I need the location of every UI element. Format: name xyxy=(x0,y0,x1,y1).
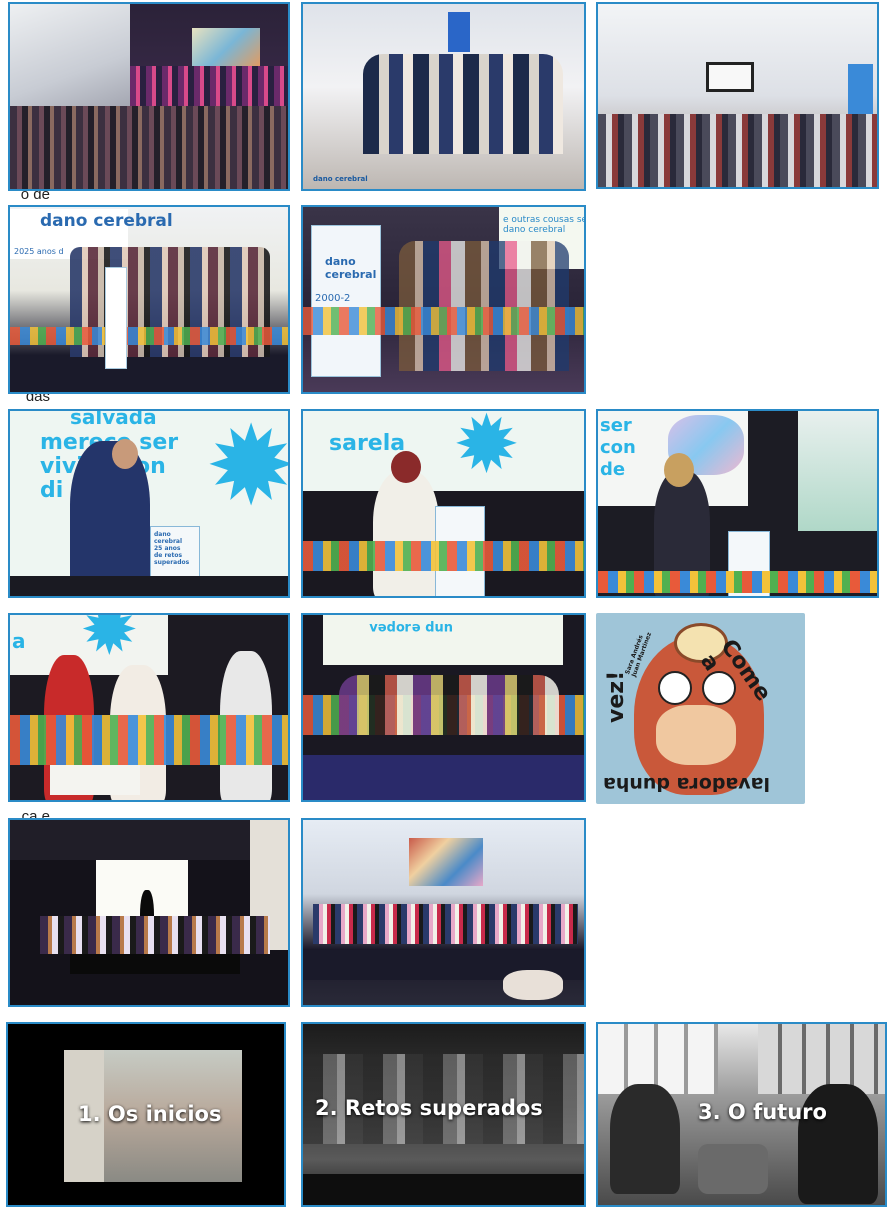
video-still-retos-superados[interactable]: 2. Retos superados xyxy=(301,1022,586,1207)
photo-orchestra-concert[interactable] xyxy=(8,2,290,191)
photo-speaker-man-podium[interactable]: salvada merece ser vivida con di de ✹ da… xyxy=(8,409,290,598)
photo-panel-discussion[interactable]: unp eɹopeʌ xyxy=(301,613,586,802)
photo-speaker-woman-dark[interactable]: ser con de xyxy=(596,409,879,598)
screen-text: ser con de xyxy=(600,415,636,480)
screen-text: e outras cousas se dano cerebral xyxy=(503,215,584,235)
screen-text-mirrored: unp eɹopeʌ xyxy=(369,620,453,635)
photo-award-women-flowers[interactable]: a ✹ xyxy=(8,613,290,802)
photo-stage-group-applause[interactable]: dano cerebral 2025 anos d xyxy=(8,205,290,394)
photo-audience-front-row[interactable]: dano cerebral xyxy=(301,2,586,191)
photo-orchestra-performance[interactable] xyxy=(8,818,290,1007)
book-cover-come-a-lavadora[interactable]: Come a lavadora dunha vez! Sara Andrés J… xyxy=(596,613,805,804)
video-still-o-futuro[interactable]: 3. O futuro xyxy=(596,1022,887,1207)
photo-speaker-woman-white[interactable]: sarela ✹ xyxy=(301,409,586,598)
photo-audience-hall[interactable] xyxy=(596,2,879,189)
anniversary-years: 2025 anos d xyxy=(14,247,64,256)
screen-top-text: salvada xyxy=(70,409,157,429)
video-still-os-inicios[interactable]: 1. Os inicios xyxy=(6,1022,286,1207)
book-title-line2: lavadora dunha xyxy=(602,773,770,795)
rollup-years: 2000-2 xyxy=(315,293,351,304)
dano-cerebral-banner: dano cerebral xyxy=(40,211,173,231)
gear-icon: ✹ xyxy=(453,409,521,491)
book-title-line3: vez! xyxy=(604,670,629,723)
gear-icon: ✹ xyxy=(205,409,290,530)
dano-cerebral-watermark: dano cerebral xyxy=(313,175,368,183)
screen-text: a xyxy=(12,629,26,653)
screen-sarela: sarela xyxy=(329,431,406,456)
video-caption: 3. O futuro xyxy=(698,1100,827,1124)
photo-group-on-stage[interactable] xyxy=(301,818,586,1007)
video-caption: 1. Os inicios xyxy=(78,1102,222,1126)
photo-award-handover[interactable]: e outras cousas se dano cerebral dano ce… xyxy=(301,205,586,394)
podium-sign: dano cerebral 25 anos de retos superados xyxy=(154,531,190,566)
video-caption: 2. Retos superados xyxy=(315,1096,543,1120)
dano-cerebral-rollup: dano cerebral xyxy=(325,255,377,281)
gear-icon: ✹ xyxy=(80,613,139,671)
